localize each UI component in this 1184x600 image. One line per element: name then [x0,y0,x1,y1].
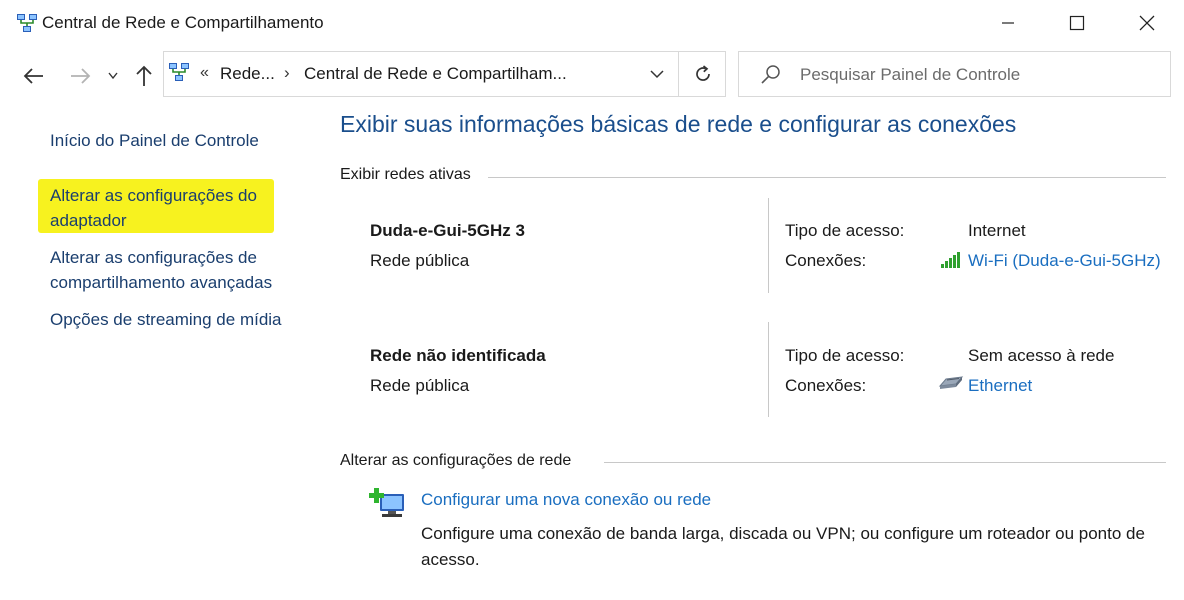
minimize-button[interactable] [985,0,1031,46]
page-title: Exibir suas informações básicas de rede … [340,111,1017,137]
address-overflow[interactable]: « [200,64,209,82]
maximize-icon [1069,15,1085,31]
window-title: Central de Rede e Compartilhamento [42,13,324,32]
breadcrumb-rede[interactable]: Rede... [220,64,275,84]
sidebar-item-change-adapter-settings[interactable]: Alterar as configurações do adaptador [50,183,257,233]
up-button[interactable] [130,62,158,90]
setup-new-connection-link[interactable]: Configurar uma nova conexão ou rede [421,490,711,510]
chevron-down-icon [650,69,664,78]
address-divider [678,52,679,96]
access-type-value: Internet [968,221,1026,240]
ethernet-connection-link[interactable]: Ethernet [968,376,1032,396]
maximize-button[interactable] [1054,0,1100,46]
sidebar-item-control-panel-home[interactable]: Início do Painel de Controle [50,128,259,153]
back-button[interactable] [20,62,48,90]
breadcrumb-separator[interactable]: › [284,63,290,83]
recent-locations-button[interactable] [100,62,126,90]
arrow-left-icon [23,68,43,84]
new-connection-icon [368,486,406,522]
network-divider [768,198,769,293]
network-name: Duda-e-Gui-5GHz 3 [370,221,525,240]
network-category[interactable]: Rede pública [370,251,469,271]
network-center-icon [16,13,38,35]
access-type-label: Tipo de acesso: [785,221,905,240]
ethernet-icon [938,374,964,392]
refresh-icon [696,65,710,81]
access-type-label: Tipo de acesso: [785,346,905,365]
sidebar-item-media-streaming[interactable]: Opções de streaming de mídia [50,307,282,332]
network-name: Rede não identificada [370,346,546,365]
network-divider [768,322,769,417]
section-divider [488,177,1166,178]
access-type-value: Sem acesso à rede [968,346,1115,365]
connections-label: Conexões: [785,376,867,395]
network-category[interactable]: Rede pública [370,376,469,396]
address-dropdown-button[interactable] [646,60,668,88]
search-icon [760,63,782,85]
wifi-connection-link[interactable]: Wi-Fi (Duda-e-Gui-5GHz) [968,251,1161,271]
connections-label: Conexões: [785,251,867,270]
breadcrumb-central[interactable]: Central de Rede e Compartilham... [304,64,567,84]
refresh-button[interactable] [690,60,716,88]
minimize-icon [1002,22,1014,24]
sidebar-item-advanced-sharing-settings[interactable]: Alterar as configurações de compartilham… [50,245,272,295]
network-location-icon [168,62,190,84]
task-description: Configure uma conexão de banda larga, di… [421,524,1145,569]
close-icon [1139,15,1155,31]
section-active-networks: Exibir redes ativas [340,166,471,183]
close-button[interactable] [1124,0,1170,46]
arrow-right-icon [71,68,91,84]
forward-button[interactable] [66,62,94,90]
section-change-settings: Alterar as configurações de rede [340,452,572,469]
arrow-up-icon [136,65,152,86]
wifi-signal-icon [940,251,962,269]
search-input[interactable]: Pesquisar Painel de Controle [800,65,1020,85]
chevron-down-icon [108,72,118,80]
section-divider [604,462,1166,463]
